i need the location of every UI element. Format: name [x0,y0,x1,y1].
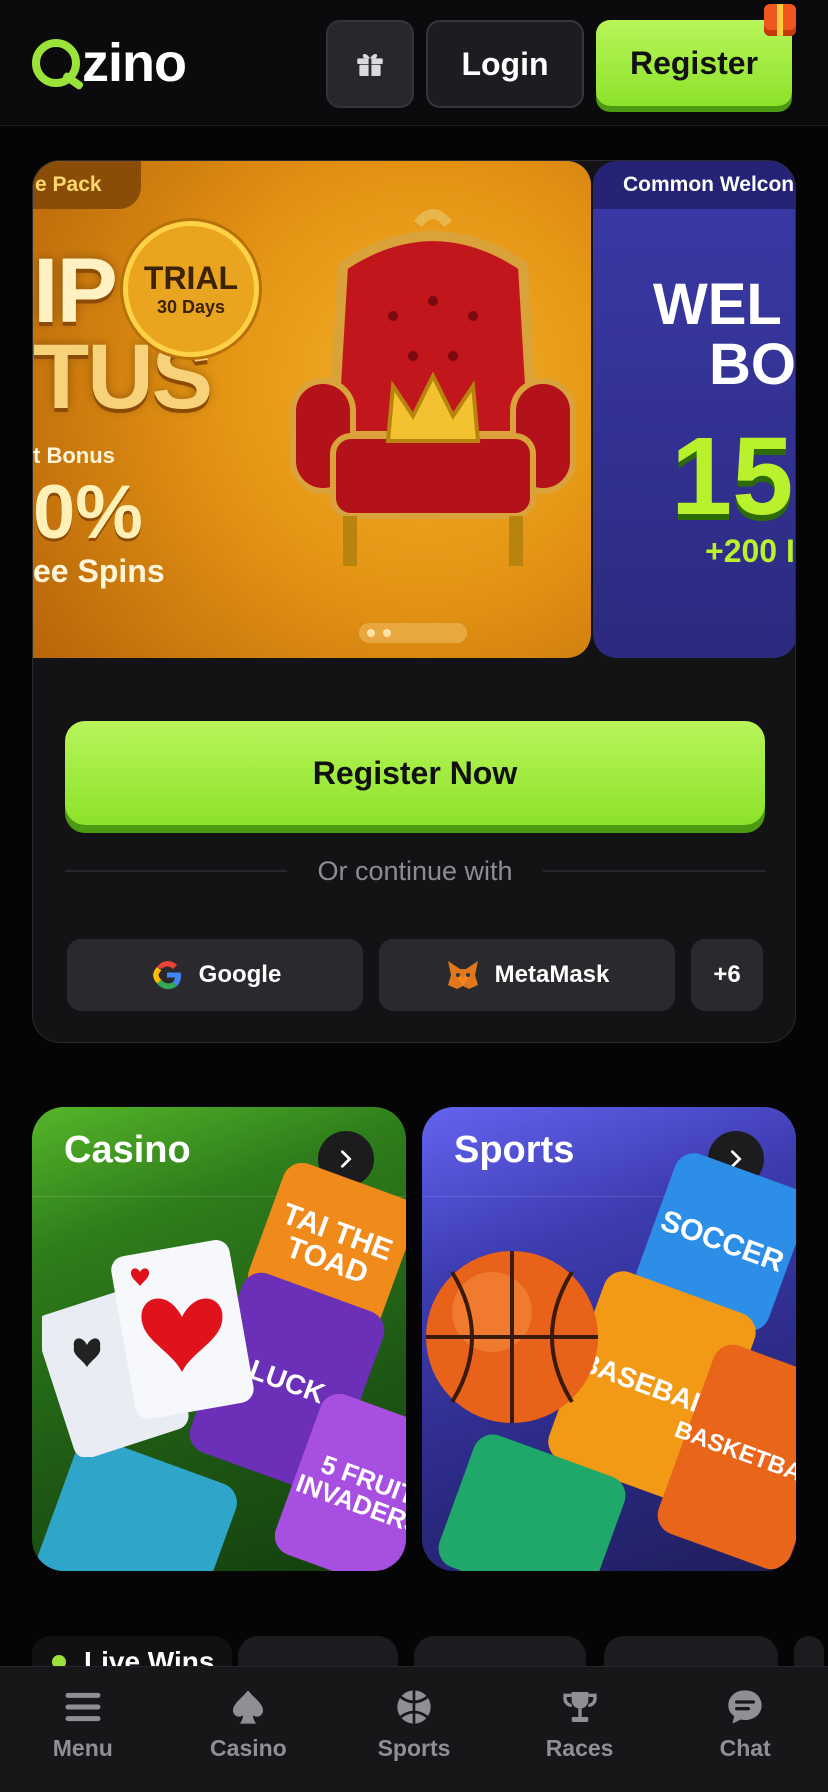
carousel-dots[interactable] [359,623,467,643]
continue-with-divider: Or continue with [65,853,765,889]
menu-icon [65,1692,101,1722]
chevron-right-icon [340,1150,352,1168]
google-login-button[interactable]: Google [67,939,363,1011]
metamask-login-button[interactable]: MetaMask [379,939,675,1011]
ball-icon [397,1690,431,1724]
qzino-logo[interactable]: zino [32,33,187,93]
playing-cards-illustration [42,1240,254,1457]
casino-category-card[interactable]: Casino TAI THE TOAD LUCK 5 FRUIT INVADER… [32,1107,406,1571]
slide-spins-label: ee Spins [33,553,165,589]
nav-label: Sports [377,1735,451,1761]
trial-badge: TRIAL 30 Days [123,221,259,357]
slide-bonus-percent: 0% [33,470,143,555]
promo-slide-welcome[interactable]: Common Welcon WEL BO 15 +200 I [593,161,796,658]
nav-sports[interactable]: Sports [331,1667,497,1792]
slide-bonus-label: t Bonus [33,443,115,468]
gift-button[interactable] [326,20,414,108]
carousel-dot[interactable] [367,629,375,637]
trophy-icon [562,1692,597,1722]
throne-chair-illustration [290,209,576,566]
slide-tag: e Pack [33,161,141,209]
slide-tag: Common Welcon [593,161,795,209]
chat-icon [728,1690,762,1724]
sports-title: Sports [454,1129,575,1171]
gift-badge-icon [764,4,796,36]
slide-headline-2: BO [709,332,796,397]
google-label: Google [198,961,282,988]
nav-label: Menu [52,1735,113,1761]
trial-duration: 30 Days [156,297,226,317]
gift-icon [357,54,383,77]
logo-q-mark [32,39,80,87]
bottom-navigation: Menu Casino Sports Races Chat [0,1666,828,1792]
register-button-label: Register [629,44,759,81]
more-login-options-button[interactable]: +6 [691,939,763,1011]
nav-chat[interactable]: Chat [662,1667,828,1792]
slide-subtext: +200 I [705,533,795,569]
divider-text: Or continue with [317,855,513,886]
google-icon [152,960,181,990]
casino-title: Casino [64,1129,191,1171]
top-header: zino Login Register [0,0,828,126]
promo-slide-vip[interactable]: e Pack IP TUS TRIAL 30 Days t Bonus 0% e… [33,161,591,658]
metamask-label: MetaMask [494,961,610,988]
trial-label: TRIAL [143,260,239,296]
login-button[interactable]: Login [426,20,584,108]
register-now-button[interactable]: Register Now [65,721,765,825]
nav-races[interactable]: Races [497,1667,663,1792]
promo-card: e Pack IP TUS TRIAL 30 Days t Bonus 0% e… [32,160,796,1043]
metamask-fox-icon [447,961,478,989]
nav-label: Races [545,1735,614,1761]
divider-line [542,870,765,872]
slide-amount: 15 [671,415,794,538]
carousel-dot-active[interactable] [383,629,391,637]
nav-label: Casino [210,1735,287,1761]
register-button[interactable]: Register [596,4,796,106]
spade-icon [233,1690,264,1724]
nav-menu[interactable]: Menu [0,1667,166,1792]
nav-label: Chat [719,1735,771,1761]
basketball-illustration [426,1251,598,1423]
slide-headline-1: WEL [653,272,782,337]
logo-text: zino [82,33,187,93]
nav-casino[interactable]: Casino [166,1667,332,1792]
divider-line [65,870,288,872]
slide-headline-1: IP [33,240,118,342]
sports-category-card[interactable]: Sports SOCCER BASEBALL BASKETBALL [422,1107,796,1571]
